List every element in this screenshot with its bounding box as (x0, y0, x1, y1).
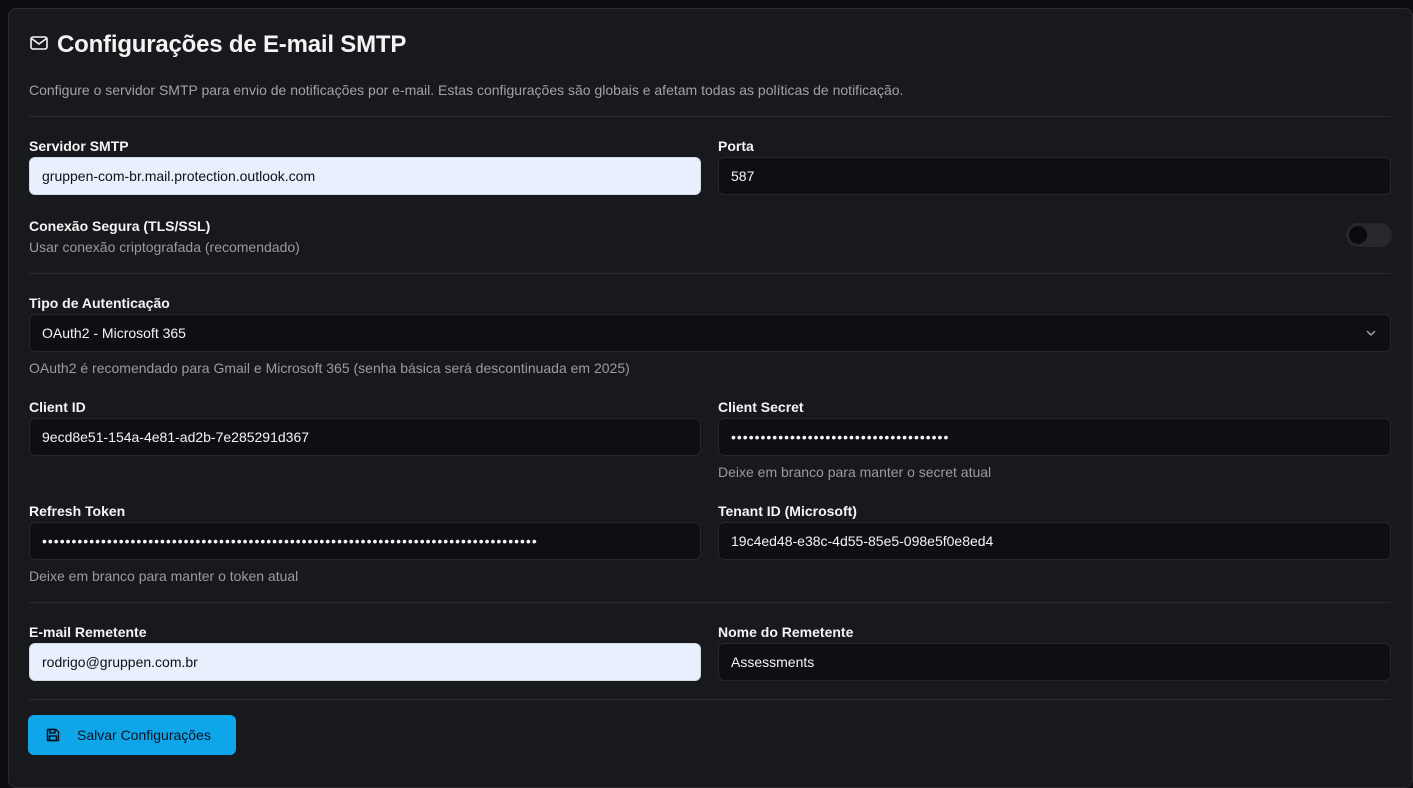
client-secret-label: Client Secret (718, 399, 804, 415)
secure-connection-label: Conexão Segura (TLS/SSL) (29, 218, 211, 234)
page-description: Configure o servidor SMTP para envio de … (29, 82, 904, 98)
secure-connection-help: Usar conexão criptografada (recomendado) (29, 239, 300, 255)
toggle-knob (1349, 226, 1367, 244)
smtp-server-label: Servidor SMTP (29, 138, 129, 154)
sender-name-label: Nome do Remetente (718, 624, 854, 640)
smtp-server-input[interactable]: gruppen-com-br.mail.protection.outlook.c… (29, 157, 701, 195)
mail-icon (29, 33, 49, 58)
client-secret-help: Deixe em branco para manter o secret atu… (718, 464, 992, 480)
divider (29, 602, 1391, 603)
sender-email-label: E-mail Remetente (29, 624, 147, 640)
chevron-down-icon (1364, 326, 1378, 343)
save-icon (45, 727, 61, 743)
save-settings-button[interactable]: Salvar Configurações (28, 715, 236, 755)
secure-connection-toggle[interactable] (1346, 223, 1392, 247)
refresh-token-help: Deixe em branco para manter o token atua… (29, 568, 299, 584)
page-title-row: Configurações de E-mail SMTP (29, 31, 406, 59)
page-title: Configurações de E-mail SMTP (57, 31, 407, 58)
auth-type-label: Tipo de Autenticação (29, 295, 170, 311)
divider (29, 273, 1391, 274)
smtp-settings-card: Configurações de E-mail SMTP Configure o… (8, 8, 1413, 788)
tenant-id-input[interactable]: 19c4ed48-e38c-4d55-85e5-098e5f0e8ed4 (718, 522, 1391, 560)
sender-email-input[interactable]: rodrigo@gruppen.com.br (29, 643, 701, 681)
refresh-token-label: Refresh Token (29, 503, 126, 519)
save-button-label: Salvar Configurações (77, 727, 211, 743)
auth-type-help: OAuth2 é recomendado para Gmail e Micros… (29, 360, 630, 376)
sender-name-input[interactable]: Assessments (718, 643, 1391, 681)
refresh-token-input[interactable]: ••••••••••••••••••••••••••••••••••••••••… (29, 522, 701, 560)
auth-type-select[interactable]: OAuth2 - Microsoft 365 (29, 314, 1391, 352)
tenant-id-label: Tenant ID (Microsoft) (718, 503, 857, 519)
client-id-input[interactable]: 9ecd8e51-154a-4e81-ad2b-7e285291d367 (29, 418, 701, 456)
divider (29, 116, 1391, 117)
port-input[interactable]: 587 (718, 157, 1391, 195)
port-label: Porta (718, 138, 754, 154)
divider (29, 699, 1391, 700)
auth-type-value: OAuth2 - Microsoft 365 (42, 325, 186, 341)
client-secret-input[interactable]: ••••••••••••••••••••••••••••••••••••• (718, 418, 1391, 456)
client-id-label: Client ID (29, 399, 86, 415)
